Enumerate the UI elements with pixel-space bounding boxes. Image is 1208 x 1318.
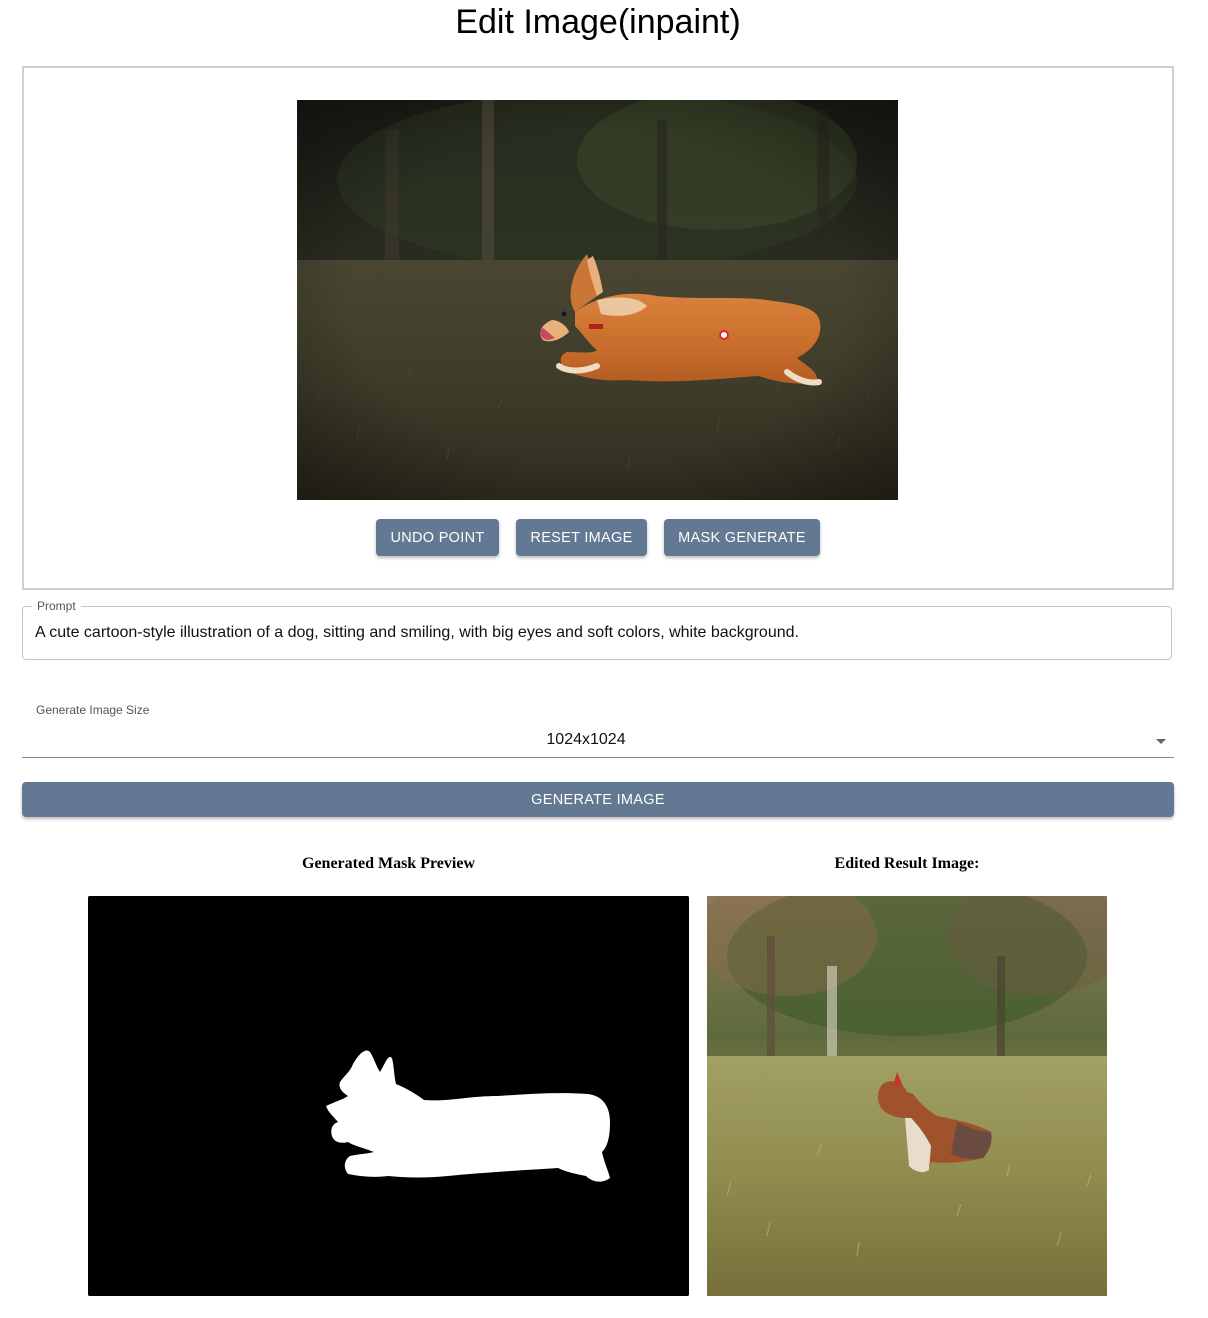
image-editor-panel: UNDO POINT RESET IMAGE MASK GENERATE <box>22 66 1174 590</box>
image-size-label: Generate Image Size <box>36 703 150 717</box>
editor-button-row: UNDO POINT RESET IMAGE MASK GENERATE <box>24 519 1172 557</box>
edited-result-image <box>707 896 1107 1296</box>
page-title: Edit Image(inpaint) <box>455 3 741 41</box>
result-heading: Edited Result Image: <box>834 855 980 872</box>
prompt-field: Prompt <box>22 599 1172 660</box>
reset-image-button[interactable]: RESET IMAGE <box>516 519 647 556</box>
corgi-mask-silhouette <box>88 896 689 1296</box>
image-size-value: 1024x1024 <box>546 731 626 748</box>
image-size-select[interactable]: 1024x1024 <box>22 726 1174 758</box>
undo-point-button[interactable]: UNDO POINT <box>376 519 499 556</box>
prompt-label: Prompt <box>32 599 81 613</box>
corgi-photo <box>297 100 898 500</box>
mask-generate-button[interactable]: MASK GENERATE <box>664 519 820 556</box>
mask-preview-image <box>88 896 689 1296</box>
result-photo <box>707 896 1107 1296</box>
generate-image-button[interactable]: GENERATE IMAGE <box>22 782 1174 817</box>
mask-preview-heading: Generated Mask Preview <box>302 855 475 872</box>
prompt-input[interactable] <box>35 621 1155 645</box>
dropdown-caret-icon <box>1156 739 1166 744</box>
page: Edit Image(inpaint) UNDO POINT RESET IMA… <box>0 0 1208 1318</box>
source-image-canvas[interactable] <box>297 100 898 500</box>
